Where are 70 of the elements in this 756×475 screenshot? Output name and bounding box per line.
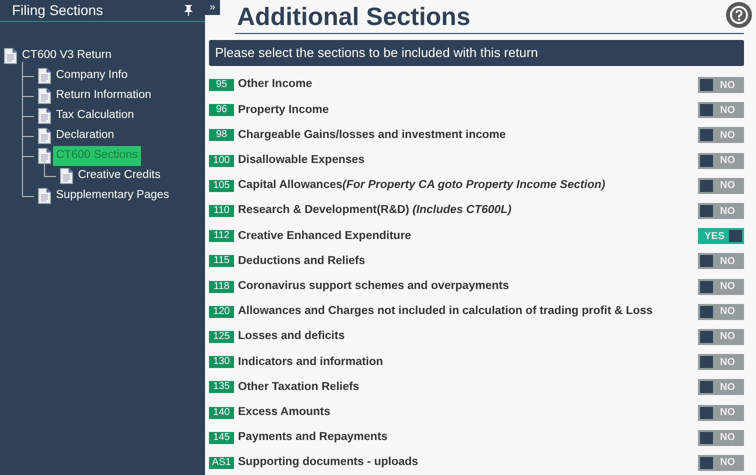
section-label: Property Income bbox=[238, 102, 330, 118]
page-title: Additional Sections bbox=[237, 2, 470, 33]
document-icon bbox=[38, 148, 51, 164]
document-icon bbox=[60, 168, 73, 184]
section-label: Disallowable Expenses bbox=[238, 153, 366, 168]
toggle-switch[interactable]: NO bbox=[698, 77, 744, 94]
toggle-switch[interactable]: NO bbox=[698, 354, 744, 370]
section-code: 112 bbox=[209, 230, 234, 242]
section-code: 135 bbox=[209, 381, 234, 394]
tree-item[interactable]: CT600 V3 Return bbox=[19, 46, 114, 66]
toggle-switch[interactable]: NO bbox=[698, 127, 744, 144]
section-label: Other Taxation Reliefs bbox=[238, 380, 360, 395]
toggle-switch[interactable]: NO bbox=[698, 379, 744, 396]
instruction-banner: Please select the sections to be included with this return bbox=[209, 40, 744, 66]
section-code: 95 bbox=[209, 79, 234, 92]
section-label: Coronavirus support schemes and overpayments bbox=[238, 278, 510, 294]
section-label: Payments and Repayments bbox=[238, 430, 389, 446]
document-icon bbox=[38, 108, 51, 124]
help-icon[interactable] bbox=[726, 2, 752, 28]
section-code: 105 bbox=[209, 180, 234, 192]
document-icon bbox=[38, 128, 51, 144]
sidebar-title: Filing Sections bbox=[12, 1, 104, 20]
toggle-switch[interactable]: NO bbox=[698, 304, 744, 320]
tree-item[interactable]: Supplementary Pages bbox=[53, 186, 172, 206]
section-code: 115 bbox=[209, 255, 234, 268]
tree-item[interactable]: Tax Calculation bbox=[53, 106, 137, 126]
tree-item[interactable]: Return Information bbox=[53, 86, 154, 106]
section-label: Allowances and Charges not included in calculation of trading profit & Loss bbox=[238, 304, 654, 320]
section-label: Creative Enhanced Expenditure bbox=[238, 228, 412, 244]
section-code: 120 bbox=[209, 306, 234, 318]
section-label: Indicators and information bbox=[238, 354, 384, 370]
section-label: Research & Development(R&D) (Includes CT600L) bbox=[238, 203, 513, 218]
toggle-switch[interactable]: NO bbox=[698, 178, 744, 194]
toggle-switch[interactable]: NO bbox=[698, 253, 744, 270]
section-code: 140 bbox=[209, 406, 234, 419]
toggle-switch[interactable]: NO bbox=[698, 328, 744, 345]
toggle-switch[interactable]: NO bbox=[698, 203, 744, 220]
section-label: Losses and deficits bbox=[238, 329, 346, 344]
toggle-switch[interactable]: YES bbox=[698, 228, 744, 244]
section-label: Deductions and Reliefs bbox=[238, 254, 366, 269]
toggle-switch[interactable]: NO bbox=[698, 102, 744, 118]
toggle-switch[interactable]: NO bbox=[698, 278, 744, 295]
section-label: Other Income bbox=[238, 77, 314, 92]
pin-icon[interactable] bbox=[184, 5, 193, 16]
document-icon bbox=[38, 68, 51, 84]
section-code: 130 bbox=[209, 356, 234, 368]
section-code: 110 bbox=[209, 205, 234, 218]
section-label: Chargeable Gains/losses and investment income bbox=[238, 128, 507, 143]
section-code: 145 bbox=[209, 432, 234, 444]
document-icon bbox=[4, 48, 17, 64]
section-label: Capital Allowances(For Property CA goto Property Income Section) bbox=[238, 178, 606, 194]
tree-item[interactable]: CT600 Sections bbox=[53, 146, 141, 166]
section-code: AS1 bbox=[209, 456, 234, 469]
toggle-switch[interactable]: NO bbox=[698, 430, 744, 446]
section-code: 96 bbox=[209, 104, 234, 116]
toggle-switch[interactable]: NO bbox=[698, 404, 744, 421]
section-code: 98 bbox=[209, 129, 234, 142]
section-label: Supporting documents - uploads bbox=[238, 455, 420, 470]
tree-item[interactable]: Declaration bbox=[53, 126, 118, 146]
tree-item[interactable]: Company Info bbox=[53, 66, 131, 86]
tree-item[interactable]: Creative Credits bbox=[75, 166, 164, 186]
toggle-switch[interactable]: NO bbox=[698, 454, 744, 471]
section-code: 118 bbox=[209, 280, 234, 293]
section-label: Excess Amounts bbox=[238, 404, 332, 420]
toggle-switch[interactable]: NO bbox=[698, 152, 744, 169]
section-code: 100 bbox=[209, 154, 234, 167]
document-icon bbox=[38, 188, 51, 204]
collapse-button[interactable]: » bbox=[205, 0, 220, 15]
document-icon bbox=[38, 88, 51, 104]
section-code: 125 bbox=[209, 330, 234, 343]
